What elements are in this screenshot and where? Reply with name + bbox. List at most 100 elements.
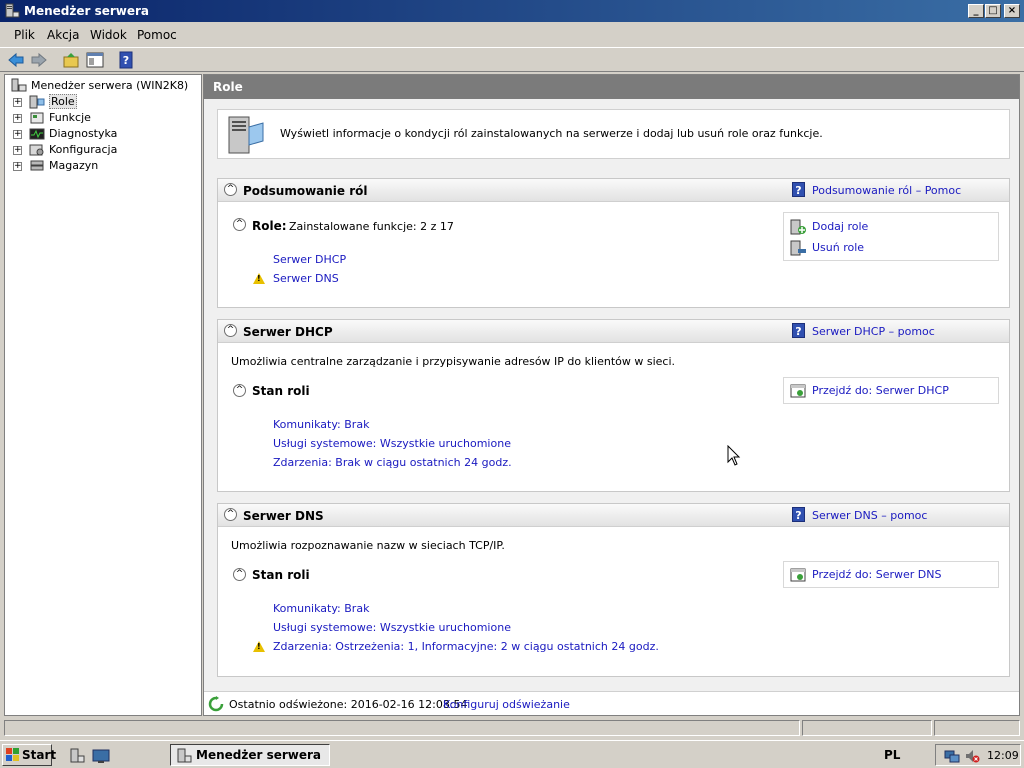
tree-root[interactable]: Menedżer serwera (WIN2K8) [9, 78, 199, 94]
forward-arrow-icon[interactable] [29, 51, 49, 69]
tree-item-role[interactable]: + Role [9, 94, 199, 110]
collapse-icon[interactable]: ^ [224, 324, 237, 337]
refresh-icon [208, 696, 224, 712]
expand-icon[interactable]: + [13, 130, 22, 139]
role-actions-box: Dodaj role Usuń role [783, 212, 999, 261]
collapse-icon[interactable]: ^ [233, 568, 246, 581]
configure-refresh-link[interactable]: Konfiguruj odświeżanie [443, 698, 570, 711]
goto-dhcp-link[interactable]: Przejdź do: Serwer DHCP [812, 384, 949, 397]
remove-roles-link[interactable]: Usuń role [812, 241, 864, 254]
role-status-title: Stan roli [252, 384, 310, 398]
server-manager-icon [11, 78, 27, 92]
menu-help[interactable]: Pomoc [137, 28, 177, 42]
roles-label: Role: [252, 219, 287, 233]
dhcp-events-link[interactable]: Zdarzenia: Brak w ciągu ostatnich 24 god… [273, 456, 512, 469]
server-manager-icon [177, 748, 192, 763]
pane-header: Role [204, 75, 1019, 99]
goto-box: Przejdź do: Serwer DHCP [783, 377, 999, 404]
mouse-cursor-icon [727, 445, 741, 466]
intro-box: Wyświetl informacje o kondycji ról zains… [217, 109, 1010, 159]
network-icon[interactable] [944, 748, 960, 764]
console-tree: Menedżer serwera (WIN2K8) + Role + Funkc… [4, 74, 202, 716]
panel-title: Serwer DHCP [243, 325, 333, 339]
menu-bar: Plik Akcja Widok Pomoc [0, 24, 1024, 46]
volume-muted-icon[interactable] [964, 748, 980, 764]
window-title: Menedżer serwera [24, 4, 150, 18]
tree-item-magazyn[interactable]: + Magazyn [9, 158, 199, 174]
title-bar[interactable]: Menedżer serwera _ □ × [0, 0, 1024, 22]
pane-title: Role [213, 80, 243, 94]
system-tray: 12:09 [935, 744, 1021, 766]
roles-summary-panel: ^ Podsumowanie ról ? Podsumowanie ról – … [217, 178, 1010, 308]
dns-messages-link[interactable]: Komunikaty: Brak [273, 602, 369, 615]
dhcp-help-link[interactable]: Serwer DHCP – pomoc [812, 325, 935, 338]
summary-help-link[interactable]: Podsumowanie ról – Pomoc [812, 184, 961, 197]
warning-icon [253, 641, 265, 652]
tree-item-label: Konfiguracja [49, 143, 118, 156]
server-manager-quicklaunch-icon[interactable] [69, 748, 85, 764]
pane-content[interactable]: Wyświetl informacje o kondycji ról zains… [204, 99, 1019, 691]
status-field [802, 720, 932, 736]
tree-item-label: Funkcje [49, 111, 91, 124]
role-link-dns[interactable]: Serwer DNS [273, 272, 339, 285]
configuration-icon [29, 144, 44, 156]
add-roles-link[interactable]: Dodaj role [812, 220, 868, 233]
collapse-icon[interactable]: ^ [233, 218, 246, 231]
collapse-icon[interactable]: ^ [224, 508, 237, 521]
tree-item-diagnostyka[interactable]: + Diagnostyka [9, 126, 199, 142]
minimize-button[interactable]: _ [968, 4, 984, 18]
remove-roles-icon [790, 240, 806, 256]
help-icon[interactable]: ? [116, 51, 136, 69]
status-field [4, 720, 800, 736]
close-button[interactable]: × [1004, 4, 1020, 18]
start-button[interactable]: Start [2, 744, 56, 766]
panel-header: ^ Serwer DHCP ? Serwer DHCP – pomoc [218, 320, 1009, 343]
last-refreshed-text: Ostatnio odświeżone: 2016-02-16 12:08:54 [229, 698, 468, 711]
warning-icon [253, 273, 265, 284]
back-arrow-icon[interactable] [6, 51, 26, 69]
language-indicator[interactable]: PL [884, 748, 900, 762]
goto-dns-link[interactable]: Przejdź do: Serwer DNS [812, 568, 941, 581]
taskbar-item-label: Menedżer serwera [196, 748, 322, 762]
expand-icon[interactable]: + [13, 114, 22, 123]
panel-title: Podsumowanie ról [243, 184, 368, 198]
dhcp-messages-link[interactable]: Komunikaty: Brak [273, 418, 369, 431]
panel-header: ^ Serwer DNS ? Serwer DNS – pomoc [218, 504, 1009, 527]
role-link-dhcp[interactable]: Serwer DHCP [273, 253, 346, 266]
dhcp-services-link[interactable]: Usługi systemowe: Wszystkie uruchomione [273, 437, 511, 450]
expand-icon[interactable]: + [13, 146, 22, 155]
goto-box: Przejdź do: Serwer DNS [783, 561, 999, 588]
roles-icon [29, 95, 45, 109]
clock[interactable]: 12:09 [987, 749, 1019, 762]
dns-events-link[interactable]: Zdarzenia: Ostrzeżenia: 1, Informacyjne:… [273, 640, 659, 653]
role-status-title: Stan roli [252, 568, 310, 582]
tree-item-konfiguracja[interactable]: + Konfiguracja [9, 142, 199, 158]
status-field [934, 720, 1020, 736]
taskbar-item-server-manager[interactable]: Menedżer serwera [170, 744, 330, 766]
help-icon: ? [792, 182, 805, 197]
expand-icon[interactable]: + [13, 162, 22, 171]
goto-icon [790, 568, 806, 582]
show-desktop-icon[interactable] [92, 748, 110, 764]
menu-view[interactable]: Widok [90, 28, 127, 42]
expand-icon[interactable]: + [13, 98, 22, 107]
start-label: Start [22, 748, 57, 762]
menu-file[interactable]: Plik [14, 28, 35, 42]
status-bar [0, 718, 1024, 738]
dns-help-link[interactable]: Serwer DNS – pomoc [812, 509, 927, 522]
collapse-icon[interactable]: ^ [224, 183, 237, 196]
taskbar: Start Menedżer serwera PL 12:09 [0, 740, 1024, 768]
help-icon: ? [792, 507, 805, 522]
intro-text: Wyświetl informacje o kondycji ról zains… [280, 127, 823, 140]
collapse-icon[interactable]: ^ [233, 384, 246, 397]
up-folder-icon[interactable] [61, 51, 81, 69]
maximize-button[interactable]: □ [985, 4, 1001, 18]
dhcp-description: Umożliwia centralne zarządzanie i przypi… [231, 355, 676, 368]
dns-services-link[interactable]: Usługi systemowe: Wszystkie uruchomione [273, 621, 511, 634]
tree-root-label: Menedżer serwera (WIN2K8) [31, 79, 189, 92]
windows-logo-icon [6, 748, 19, 761]
menu-action[interactable]: Akcja [47, 28, 79, 42]
show-hide-console-tree-icon[interactable] [85, 51, 105, 69]
tree-item-funkcje[interactable]: + Funkcje [9, 110, 199, 126]
tree-item-label: Role [49, 94, 77, 109]
